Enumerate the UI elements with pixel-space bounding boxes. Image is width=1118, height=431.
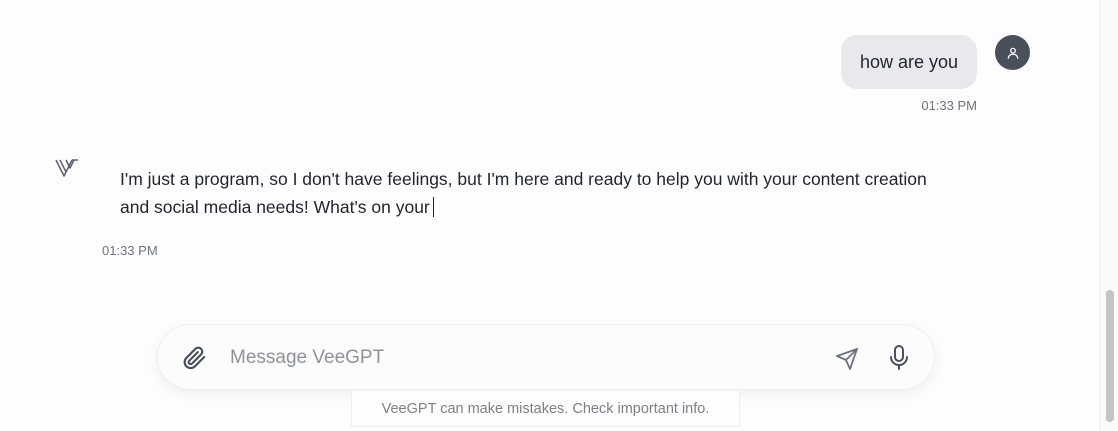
scrollbar-thumb[interactable] xyxy=(1106,290,1114,422)
user-message-time: 01:33 PM xyxy=(921,98,977,113)
send-button[interactable] xyxy=(834,346,860,372)
scrollbar-track[interactable] xyxy=(1099,0,1118,431)
assistant-message-time: 01:33 PM xyxy=(102,243,158,258)
user-message-text: how are you xyxy=(859,51,959,72)
user-icon xyxy=(1007,47,1018,59)
paperclip-icon xyxy=(183,346,206,370)
send-icon xyxy=(836,348,858,370)
veegpt-logo-icon xyxy=(55,158,79,178)
user-message-bubble: how are you xyxy=(841,35,977,89)
assistant-message: I'm just a program, so I don't have feel… xyxy=(120,165,940,221)
microphone-button[interactable] xyxy=(887,344,911,372)
assistant-message-text: I'm just a program, so I don't have feel… xyxy=(120,169,927,217)
message-input[interactable] xyxy=(228,341,812,375)
attach-button[interactable] xyxy=(180,344,208,372)
message-composer xyxy=(157,324,935,390)
microphone-icon xyxy=(890,345,908,370)
disclaimer-text: VeeGPT can make mistakes. Check importan… xyxy=(351,391,740,427)
user-avatar[interactable] xyxy=(995,35,1030,70)
typing-cursor xyxy=(432,197,434,217)
chat-page: how are you 01:33 PM I'm just a program,… xyxy=(0,0,1118,431)
